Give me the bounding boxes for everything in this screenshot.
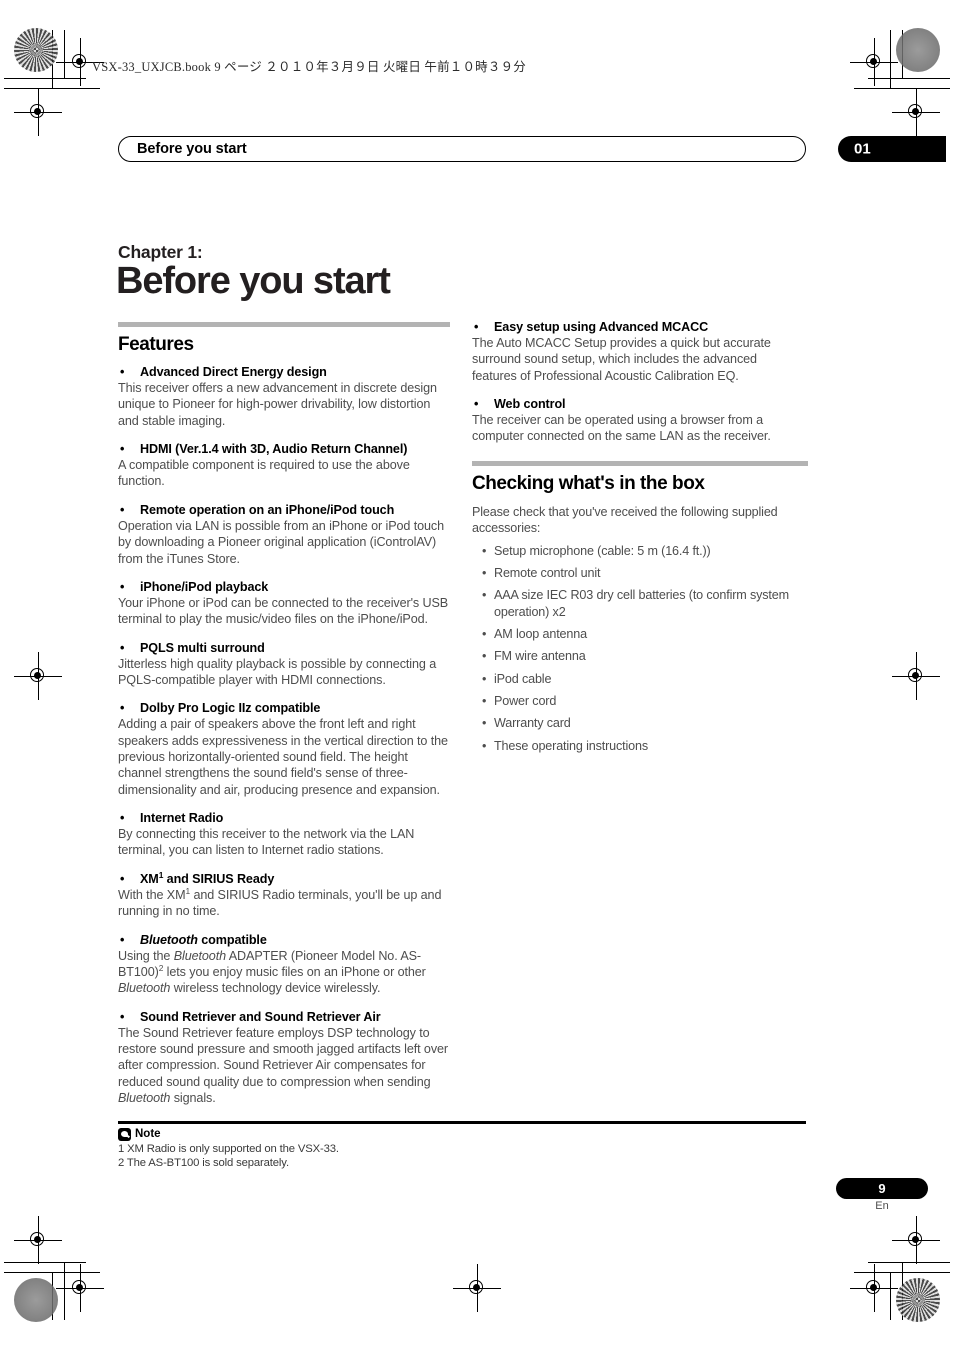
running-head-title: Before you start <box>137 141 247 157</box>
accessory-item: These operating instructions <box>472 738 804 755</box>
feature-item: • Web control The receiver can be operated… <box>472 397 804 445</box>
feature-heading-text: Bluetooth compatible <box>140 932 267 947</box>
feature-item: • Dolby Pro Logic IIz compatible Adding a … <box>118 701 450 798</box>
feature-heading: • HDMI (Ver.1.4 with 3D, Audio Return Cha… <box>118 442 450 456</box>
feature-heading: • Easy setup using Advanced MCACC <box>472 320 804 334</box>
feature-heading: • Remote operation on an iPhone/iPod touc… <box>118 503 450 517</box>
feature-heading-text: Internet Radio <box>140 811 224 826</box>
feature-heading-text: HDMI (Ver.1.4 with 3D, Audio Return Chan… <box>140 442 408 457</box>
accessories-intro: Please check that you've received the fo… <box>472 504 778 536</box>
section-rule <box>472 460 808 466</box>
feature-body: Adding a pair of speakers above the fron… <box>118 717 448 797</box>
feature-item: • Bluetooth compatible Using the Bluetooth… <box>118 933 450 997</box>
note-line: 1 XM Radio is only supported on the VSX-… <box>118 1142 339 1155</box>
accessory-item: Warranty card <box>472 715 804 732</box>
feature-heading: • Web control <box>472 397 804 411</box>
feature-heading-text: iPhone/iPod playback <box>140 579 269 594</box>
feature-heading: • Bluetooth compatible <box>118 933 450 947</box>
feature-item: • HDMI (Ver.1.4 with 3D, Audio Return Cha… <box>118 442 450 490</box>
feature-heading-text: Web control <box>494 397 566 412</box>
bullet-icon: • <box>120 871 125 886</box>
feature-item: • XM1 and SIRIUS Ready With the XM1 and SI… <box>118 869 450 920</box>
section-heading-features: Features <box>118 334 194 355</box>
note-footnotes: 1 XM Radio is only supported on the VSX-… <box>118 1142 806 1171</box>
bullet-icon: • <box>474 397 479 412</box>
bullet-icon: • <box>120 502 125 517</box>
feature-heading-text: Easy setup using Advanced MCACC <box>494 320 709 334</box>
file-stamp-header: VSX-33_UXJCB.book 9 ページ ２０１０年３月９日 火曜日 午前… <box>92 60 526 74</box>
section-rule <box>118 322 450 327</box>
accessory-item: Power cord <box>472 693 804 710</box>
feature-body: A compatible component is required to us… <box>118 458 410 489</box>
bullet-icon: • <box>474 320 479 334</box>
feature-item: • Remote operation on an iPhone/iPod touc… <box>118 503 450 567</box>
feature-item: • Easy setup using Advanced MCACC The Auto… <box>472 320 804 384</box>
feature-heading-text: Dolby Pro Logic IIz compatible <box>140 701 321 716</box>
bullet-icon: • <box>120 701 125 716</box>
feature-heading: • Sound Retriever and Sound Retriever Air <box>118 1010 450 1024</box>
note-line: 2 The AS-BT100 is sold separately. <box>118 1156 289 1169</box>
feature-heading-text: Advanced Direct Energy design <box>140 365 327 379</box>
feature-heading: • Advanced Direct Energy design <box>118 365 450 379</box>
accessory-item: AAA size IEC R03 dry cell batteries (to … <box>472 587 804 620</box>
note-block: Note 1 XM Radio is only supported on the… <box>118 1121 806 1170</box>
feature-item: • Internet Radio By connecting this receiv… <box>118 811 450 859</box>
bullet-icon: • <box>120 442 125 457</box>
accessory-item: AM loop antenna <box>472 626 804 643</box>
feature-body: With the XM1 and SIRIUS Radio terminals,… <box>118 885 442 919</box>
feature-body: The Auto MCACC Setup provides a quick bu… <box>472 336 771 383</box>
feature-body: By connecting this receiver to the netwo… <box>118 827 415 858</box>
chapter-number-label: 01 <box>854 140 871 158</box>
note-divider <box>118 1121 806 1124</box>
left-column: Features • Advanced Direct Energy design T… <box>118 322 450 1119</box>
accessory-item: Remote control unit <box>472 565 804 582</box>
bullet-icon: • <box>120 579 125 594</box>
running-head: Before you start <box>118 136 806 162</box>
document-page: VSX-33_UXJCB.book 9 ページ ２０１０年３月９日 火曜日 午前… <box>0 0 954 1350</box>
feature-item: • Sound Retriever and Sound Retriever Air… <box>118 1010 450 1107</box>
page-number-badge: 9 <box>836 1178 928 1199</box>
bullet-icon: • <box>120 640 125 655</box>
bullet-icon: • <box>120 365 125 379</box>
note-header: Note <box>118 1127 806 1141</box>
accessory-item: Setup microphone (cable: 5 m (16.4 ft.)) <box>472 543 804 560</box>
feature-item: • iPhone/iPod playback Your iPhone or iPod… <box>118 580 450 628</box>
feature-heading-text: Sound Retriever and Sound Retriever Air <box>140 1009 381 1024</box>
features-list-continued: • Easy setup using Advanced MCACC The Auto… <box>472 320 804 445</box>
accessories-list: Setup microphone (cable: 5 m (16.4 ft.))… <box>472 543 804 755</box>
feature-heading-text: XM1 and SIRIUS Ready <box>140 869 275 886</box>
chapter-number-badge: 01 <box>838 136 946 162</box>
bullet-icon: • <box>120 932 125 947</box>
feature-item: • PQLS multi surround Jitterless high qual… <box>118 641 450 689</box>
feature-heading-text: PQLS multi surround <box>140 640 265 655</box>
right-column: • Easy setup using Advanced MCACC The Auto… <box>472 320 808 760</box>
feature-heading: • Dolby Pro Logic IIz compatible <box>118 701 450 715</box>
page-language-label: En <box>875 1200 889 1212</box>
bullet-icon: • <box>120 811 125 826</box>
feature-body: This receiver offers a new advancement i… <box>118 381 437 428</box>
feature-body: Operation via LAN is possible from an iP… <box>118 518 445 566</box>
note-label: Note <box>135 1128 161 1140</box>
feature-body: The Sound Retriever feature employs DSP … <box>118 1025 449 1106</box>
feature-body: Jitterless high quality playback is poss… <box>118 656 437 687</box>
accessory-item: iPod cable <box>472 671 804 688</box>
feature-heading-text: Remote operation on an iPhone/iPod touch <box>140 502 395 517</box>
page-title: Before you start <box>116 260 391 302</box>
feature-heading: • PQLS multi surround <box>118 641 450 655</box>
section-heading-checking-box: Checking what's in the box <box>472 472 705 494</box>
features-list: • Advanced Direct Energy design This recei… <box>118 365 450 1106</box>
feature-body: Using the Bluetooth ADAPTER (Pioneer Mod… <box>118 948 426 996</box>
feature-body: Your iPhone or iPod can be connected to … <box>118 595 449 627</box>
feature-body: The receiver can be operated using a bro… <box>472 413 771 444</box>
feature-heading: • iPhone/iPod playback <box>118 580 450 594</box>
bullet-icon: • <box>120 1009 125 1024</box>
feature-item: • Advanced Direct Energy design This recei… <box>118 365 450 429</box>
feature-heading: • XM1 and SIRIUS Ready <box>118 869 450 886</box>
feature-heading: • Internet Radio <box>118 811 450 825</box>
accessory-item: FM wire antenna <box>472 648 804 665</box>
note-icon <box>118 1127 131 1141</box>
